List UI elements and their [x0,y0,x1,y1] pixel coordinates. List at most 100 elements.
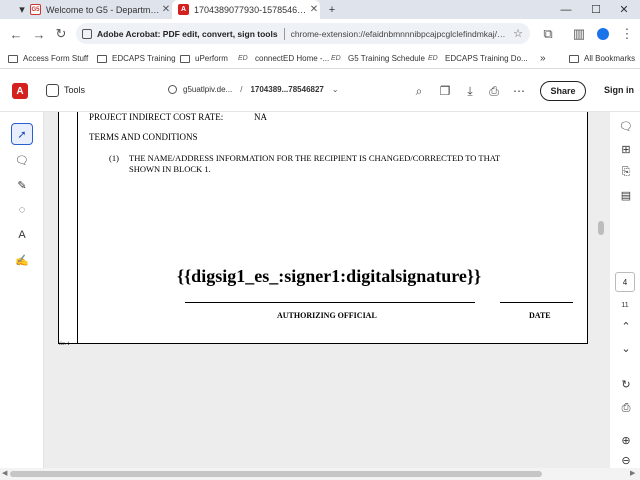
acrobat-toolbar: A Tools g5uatlpiv.de... / 1704389...7854… [0,70,640,112]
pdf-viewer: ➚ 🗨 ✎ ◌ A ✍ PROJECT INDIRECT COST RATE: … [0,112,640,468]
menu-kebab-icon[interactable]: ⋮ [618,25,636,43]
tools-label[interactable]: Tools [64,85,85,95]
folder-icon [97,54,107,63]
bookmark-star-icon[interactable]: ☆ [510,27,526,40]
draw-freehand-icon[interactable]: ◌ [11,199,33,221]
add-comment-icon[interactable]: 🗨 [11,149,33,171]
side-panel-icon[interactable]: ▥ [570,25,588,43]
bookmark-label: EDCAPS Training Do... [445,54,528,63]
term-number: (1) [109,153,119,163]
select-cursor-icon[interactable]: ➚ [11,123,33,145]
vertical-scrollbar[interactable] [597,112,605,468]
minimize-icon[interactable]: — [552,0,580,19]
tab-title: 1704389077930-1578546827.p [194,4,308,15]
new-tab-button[interactable]: + [318,0,346,19]
sign-in-link[interactable]: Sign in [604,85,634,95]
share-button[interactable]: Share [540,81,586,101]
layers-icon[interactable]: ▤ [618,187,634,203]
save-file-icon[interactable]: ⎙ [618,400,634,416]
indirect-rate-label: PROJECT INDIRECT COST RATE: [89,112,224,122]
scroll-right-arrow-icon[interactable]: ▶ [630,469,635,477]
page-up-chevron-icon[interactable]: ⌃ [618,318,634,334]
address-bar: ← → ↻ Adobe Acrobat: PDF edit, convert, … [0,19,640,48]
comments-panel-icon[interactable]: 🗨 [618,118,634,134]
horizontal-scrollbar[interactable]: ◀ ▶ [0,468,640,480]
page-border-line [77,112,78,343]
add-text-icon[interactable]: A [11,224,33,246]
total-pages: 11 [621,302,629,309]
signature-field-tag[interactable]: {{digsig1_es_:signer1:digitalsignature}} [177,266,481,287]
maximize-icon[interactable]: ☐ [582,0,610,19]
ed-link-icon: ED [428,54,438,62]
highlight-pen-icon[interactable]: ✎ [11,174,33,196]
pdf-favicon-icon: A [178,4,189,15]
path-separator: / [240,85,243,94]
authorizing-official-label: AUTHORIZING OFFICIAL [277,311,377,320]
zoom-out-icon[interactable]: ⊖ [618,452,634,468]
bookmark-access-form-stuff[interactable]: Access Form Stuff [8,51,88,66]
current-page-box[interactable]: 4 [615,272,635,292]
search-icon[interactable]: ⌕ [411,83,427,99]
pdf-page: PROJECT INDIRECT COST RATE: NA TERMS AND… [58,112,588,344]
file-source: g5uatlpiv.de... [183,85,233,94]
scrollbar-thumb[interactable] [598,221,604,235]
extensions-puzzle-icon[interactable]: ⧉ [539,25,557,43]
bookmarks-overflow-button[interactable]: » [540,51,546,66]
bookmark-label: uPerform [195,54,228,63]
reload-icon[interactable]: ↻ [52,25,70,43]
bookmarks-panel-icon[interactable]: ⊞ [618,141,634,157]
profile-avatar-icon[interactable] [594,25,612,43]
tab-title: Welcome to G5 - Department o [46,4,160,15]
download-icon[interactable]: ⤓ [462,83,478,99]
close-window-icon[interactable]: ✕ [610,0,638,19]
refresh-icon[interactable]: ↻ [618,376,634,392]
acrobat-logo-icon[interactable]: A [12,83,28,99]
tab-pdf-active[interactable]: A 1704389077930-1578546827.p ✕ [172,0,320,19]
ed-link-icon: ED [238,54,248,62]
bookmark-label: connectED Home -... [255,54,330,63]
bookmark-label: G5 Training Schedule [348,54,425,63]
file-location[interactable]: g5uatlpiv.de... / 1704389...78546827 ⌄ [168,85,339,94]
page-thumbnails-icon[interactable]: ❐ [437,83,453,99]
bookmarks-bar: Access Form Stuff EDCAPS Training uPerfo… [0,48,640,69]
scroll-left-arrow-icon[interactable]: ◀ [2,469,7,477]
close-tab-icon[interactable]: ✕ [160,4,172,15]
version-label: Ver. 1 [58,342,70,347]
term-line-2: SHOWN IN BLOCK 1. [129,164,211,174]
extension-name: Adobe Acrobat: PDF edit, convert, sign t… [97,28,278,39]
chevron-down-icon[interactable]: ⌄ [332,85,339,94]
zoom-in-icon[interactable]: ⊕ [618,432,634,448]
bookmark-g5-training-schedule[interactable]: ED G5 Training Schedule [331,51,425,66]
omnibox[interactable]: Adobe Acrobat: PDF edit, convert, sign t… [76,23,530,44]
url-text[interactable]: chrome-extension://efaidnbmnnnibpcajpcgl… [291,29,510,39]
forward-arrow-icon[interactable]: → [30,25,48,43]
tools-grid-icon[interactable] [46,84,59,97]
globe-icon [168,85,177,94]
indirect-rate-value: NA [254,112,267,122]
terms-heading: TERMS AND CONDITIONS [89,132,198,142]
right-tool-rail: 🗨 ⊞ ⎘ ▤ 4 11 ⌃ ⌄ ↻ ⎙ ⊕ ⊖ [610,112,640,468]
tab-welcome-g5[interactable]: G5 Welcome to G5 - Department o ✕ [27,0,172,19]
term-line-1: THE NAME/ADDRESS INFORMATION FOR THE REC… [129,153,501,163]
attachments-icon[interactable]: ⎘ [618,164,634,180]
bookmark-edcaps-training[interactable]: EDCAPS Training [97,51,176,66]
ed-link-icon: ED [331,54,341,62]
bookmark-edcaps-training-do[interactable]: ED EDCAPS Training Do... [428,51,528,66]
all-bookmarks[interactable]: All Bookmarks [569,51,635,66]
page-down-chevron-icon[interactable]: ⌄ [618,340,634,356]
omnibox-divider [283,27,285,40]
tab-search-icon[interactable]: ▾ [8,0,36,19]
all-bookmarks-label: All Bookmarks [584,54,636,63]
tab-strip: G5 Welcome to G5 - Department o ✕ A 1704… [0,0,640,19]
horizontal-scrollbar-thumb[interactable] [10,471,542,477]
file-name: 1704389...78546827 [250,85,324,94]
bookmark-connected-home[interactable]: ED connectED Home -... [238,51,329,66]
print-icon[interactable]: ⎙ [486,83,502,99]
back-arrow-icon[interactable]: ← [7,25,25,43]
bookmark-label: EDCAPS Training [112,54,176,63]
fill-sign-icon[interactable]: ✍ [11,249,33,271]
more-options-icon[interactable]: ⋯ [511,83,527,99]
date-line [500,302,573,303]
bookmark-uperform[interactable]: uPerform [180,51,228,66]
left-tool-rail: ➚ 🗨 ✎ ◌ A ✍ [0,112,44,468]
